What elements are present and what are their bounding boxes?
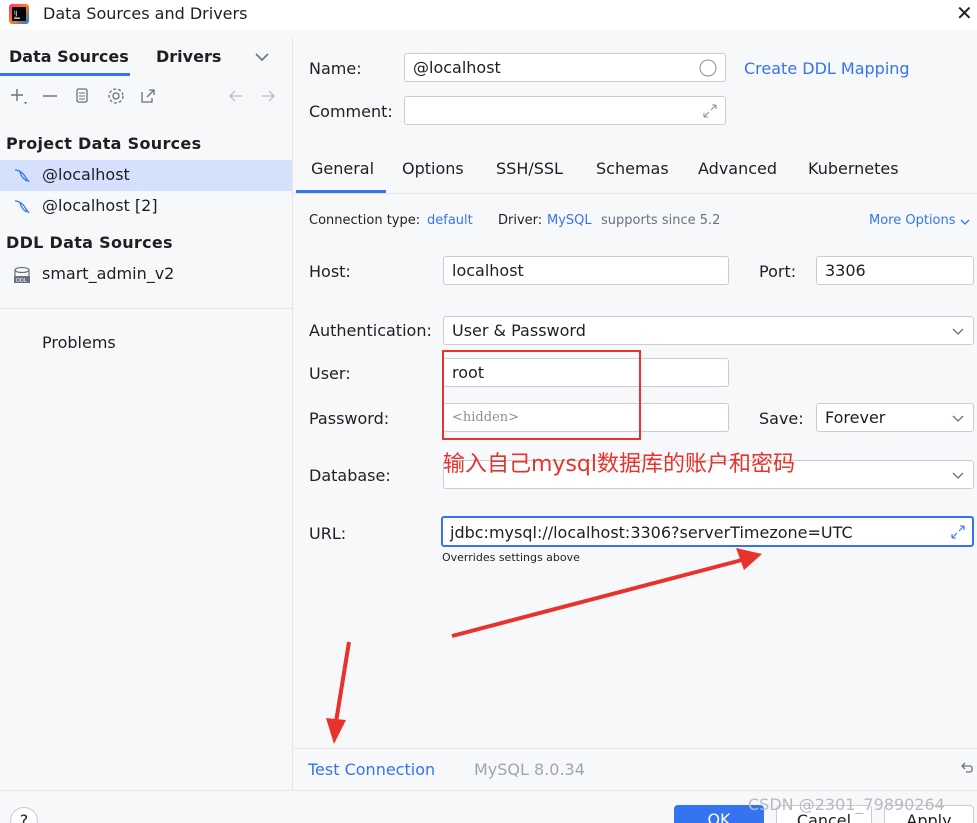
comment-input[interactable] [404,96,726,125]
port-input[interactable]: 3306 [816,256,974,285]
save-select[interactable]: Forever [816,403,974,432]
bottom-action-bar: Test Connection MySQL 8.0.34 [294,748,977,790]
tab-kubernetes[interactable]: Kubernetes [808,159,899,178]
divider [294,193,977,194]
forward-arrow-icon[interactable] [258,86,278,106]
chevron-down-icon[interactable] [253,48,271,66]
driver-note: supports since 5.2 [601,213,721,228]
port-label: Port: [759,262,797,281]
tab-drivers[interactable]: Drivers [156,47,221,66]
help-button[interactable]: ? [10,807,38,823]
chevron-down-icon [952,328,964,335]
authentication-select[interactable]: User & Password [443,316,974,345]
tree-item-label: @localhost [2] [42,196,158,215]
tree-item-smart-admin[interactable]: DDL smart_admin_v2 [0,259,292,290]
mysql-version-text: MySQL 8.0.34 [474,760,585,779]
revert-icon[interactable] [958,759,976,777]
driver-value[interactable]: MySQL [547,213,592,228]
color-circle-icon[interactable] [699,59,717,77]
tab-ssh-ssl[interactable]: SSH/SSL [496,159,563,178]
test-connection-link[interactable]: Test Connection [308,760,435,779]
close-icon[interactable]: ✕ [956,2,973,24]
dialog-footer: ? OK Cancel Apply CSDN @2301_79890264 [0,790,977,823]
csdn-watermark: CSDN @2301_79890264 [748,795,945,814]
user-label: User: [309,364,351,383]
tree-item-localhost-2[interactable]: @localhost [2] [0,191,292,222]
password-label: Password: [309,409,390,428]
project-data-sources-header: Project Data Sources [6,134,202,153]
window-title: Data Sources and Drivers [43,4,248,23]
tree-item-label: @localhost [42,165,130,184]
problems-item[interactable]: Problems [42,333,116,352]
intellij-app-icon: IJ [9,4,29,24]
expand-icon[interactable] [701,102,719,120]
add-icon[interactable] [8,86,28,106]
mysql-dolphin-icon [14,169,30,183]
title-bar: IJ Data Sources and Drivers ✕ [0,0,977,30]
tab-data-sources[interactable]: Data Sources [9,47,129,66]
tree-item-localhost[interactable]: @localhost [0,160,292,191]
back-arrow-icon[interactable] [226,86,246,106]
open-external-icon[interactable] [138,86,158,106]
connection-type-label: Connection type: [309,213,421,228]
name-input[interactable]: @localhost [404,53,726,82]
database-label: Database: [309,466,391,485]
url-label: URL: [309,524,347,543]
chevron-down-icon[interactable] [959,216,971,228]
host-label: Host: [309,262,351,281]
create-ddl-mapping-link[interactable]: Create DDL Mapping [744,59,910,78]
tab-advanced[interactable]: Advanced [698,159,777,178]
divider [0,308,292,309]
annotation-highlight-box [442,350,641,440]
tree-item-label: smart_admin_v2 [42,264,175,283]
expand-icon[interactable] [949,523,967,541]
url-override-note: Overrides settings above [442,551,580,564]
remove-icon[interactable] [40,86,60,106]
duplicate-icon[interactable] [72,86,92,106]
tab-general[interactable]: General [311,159,374,178]
tab-options[interactable]: Options [402,159,464,178]
tab-schemas[interactable]: Schemas [596,159,669,178]
gear-icon[interactable] [106,86,126,106]
authentication-label: Authentication: [309,321,432,340]
more-options-link[interactable]: More Options [869,213,956,228]
chevron-down-icon [952,415,964,422]
chevron-down-icon [952,472,964,479]
ddl-data-sources-header: DDL Data Sources [6,233,173,252]
ddl-database-icon: DDL [14,266,30,284]
svg-text:DDL: DDL [16,278,27,284]
name-label: Name: [309,59,362,78]
mysql-dolphin-icon [14,200,30,214]
tab-active-indicator [0,73,130,76]
svg-text:IJ: IJ [14,10,18,17]
url-input[interactable]: jdbc:mysql://localhost:3306?serverTimezo… [441,516,974,547]
annotation-text: 输入自己mysql数据库的账户和密码 [443,452,795,477]
host-input[interactable]: localhost [443,256,729,285]
left-panel: Data Sources Drivers Project Data Source… [0,38,293,790]
driver-label: Driver: [498,213,543,228]
connection-type-value[interactable]: default [427,213,473,228]
save-label: Save: [759,409,804,428]
comment-label: Comment: [309,102,393,121]
